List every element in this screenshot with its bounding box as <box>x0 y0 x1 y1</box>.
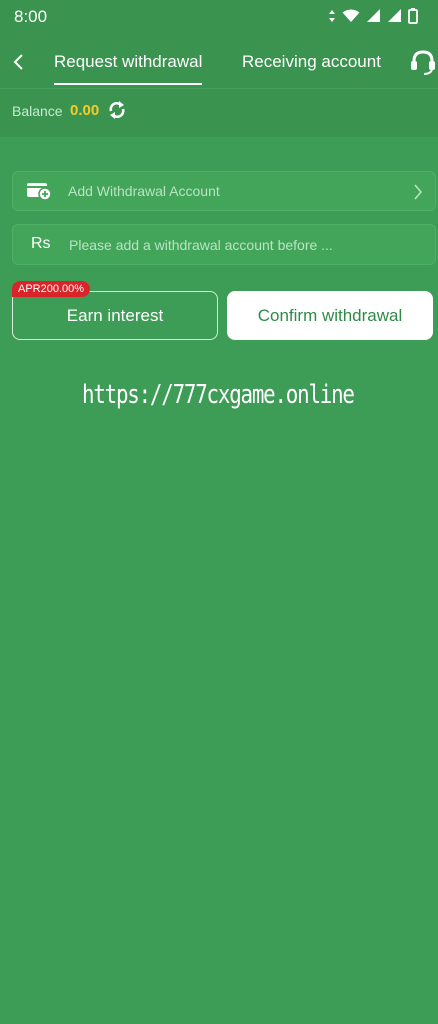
withdrawal-amount-row: Rs <box>12 224 436 265</box>
status-bar: 8:00 <box>0 0 438 36</box>
add-withdrawal-account-row[interactable]: Add Withdrawal Account <box>12 171 436 211</box>
data-arrows-icon <box>329 10 335 22</box>
headset-icon[interactable] <box>408 48 438 76</box>
balance-bar: Balance 0.00 <box>0 88 438 137</box>
signal-icon <box>367 9 380 22</box>
earn-interest-button[interactable]: Earn interest <box>12 291 218 340</box>
refresh-icon[interactable] <box>108 100 126 120</box>
status-icons <box>328 8 418 24</box>
tab-request-withdrawal[interactable]: Request withdrawal <box>54 52 203 85</box>
signal-icon-2 <box>388 9 401 22</box>
chevron-right-icon <box>414 184 423 200</box>
top-navigation: Request withdrawal Receiving account <box>0 36 438 88</box>
battery-icon <box>408 8 418 24</box>
balance-label: Balance <box>12 103 63 119</box>
chevron-left-icon[interactable] <box>8 48 30 76</box>
withdrawal-amount-input[interactable] <box>67 233 421 257</box>
confirm-withdrawal-label: Confirm withdrawal <box>257 305 403 325</box>
wallet-add-icon <box>27 183 52 201</box>
balance-value: 0.00 <box>70 102 100 119</box>
apr-badge: APR200.00% <box>12 281 91 297</box>
status-time: 8:00 <box>14 7 48 26</box>
wifi-icon <box>342 9 360 22</box>
currency-label: Rs <box>31 235 51 252</box>
watermark-url: https://777cxgame.online <box>82 380 355 410</box>
add-withdrawal-account-label: Add Withdrawal Account <box>68 183 220 199</box>
confirm-withdrawal-button[interactable]: Confirm withdrawal <box>227 291 433 340</box>
earn-interest-label: Earn interest <box>66 305 164 325</box>
tab-receiving-account[interactable]: Receiving account <box>242 52 381 72</box>
